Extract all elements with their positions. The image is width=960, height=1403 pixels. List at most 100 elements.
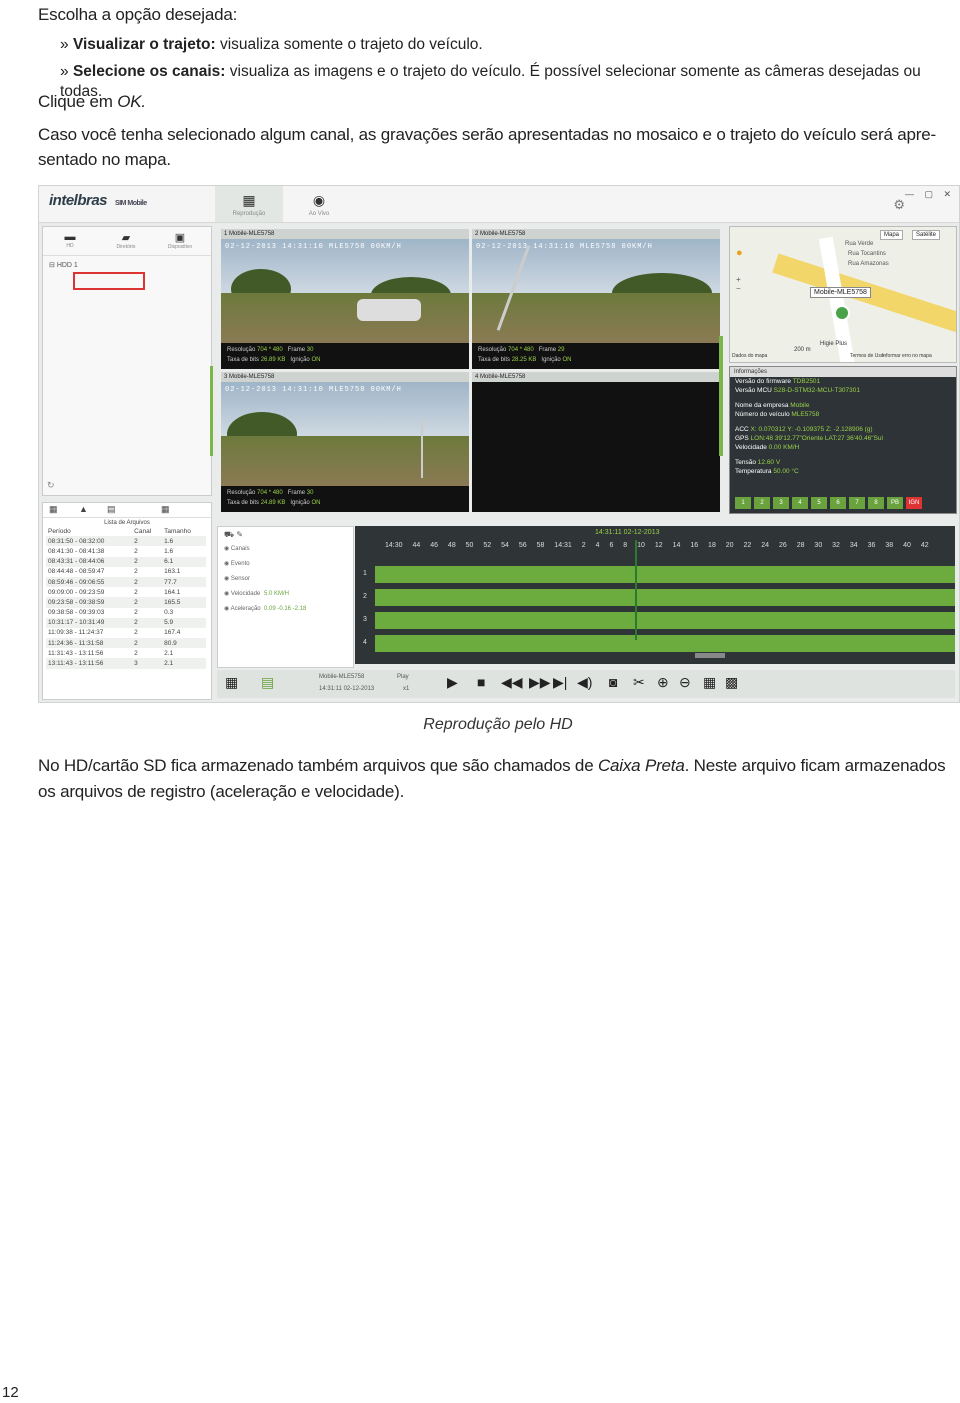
radio-icon[interactable]: ◉ bbox=[224, 561, 229, 567]
gear-icon[interactable]: ⚙ bbox=[893, 197, 905, 213]
map-street-label: Rua Tocantins bbox=[848, 251, 886, 257]
tab-reproducao[interactable]: ▦ Reprodução bbox=[215, 186, 283, 222]
scissors-icon[interactable]: ✂ bbox=[633, 674, 645, 691]
timeline-track[interactable] bbox=[375, 566, 955, 583]
zoom-out-icon[interactable]: ⊖ bbox=[679, 674, 691, 691]
layout-icon[interactable]: ▩ bbox=[725, 674, 738, 691]
logo-subtitle: SIM Mobile bbox=[115, 200, 147, 207]
calendar-icon[interactable]: ▦ bbox=[225, 674, 238, 691]
pegman-icon[interactable]: ● bbox=[736, 247, 743, 259]
tab-ao-vivo[interactable]: ◉ Ao Vivo bbox=[285, 186, 353, 222]
fast-forward-icon[interactable]: ▶▶ bbox=[529, 674, 551, 691]
filter-item[interactable]: ◉ Evento bbox=[218, 558, 353, 573]
info-value: 12.60 V bbox=[757, 459, 781, 466]
filter-item[interactable]: ◉ Canais bbox=[218, 543, 353, 558]
splitter-handle[interactable] bbox=[210, 366, 213, 456]
video-channel-4[interactable]: 4 Mobile-MLE5758 bbox=[472, 372, 720, 512]
timeline-track[interactable] bbox=[375, 589, 955, 606]
vehicle-marker-icon[interactable] bbox=[834, 305, 850, 321]
table-row[interactable]: 08:59:46 - 09:06:55 2 77.7 bbox=[46, 576, 206, 588]
video-channel-1[interactable]: 1 Mobile-MLE5758 02-12-2013 14:31:10 MLE… bbox=[221, 229, 469, 369]
channel-button[interactable]: 2 bbox=[754, 497, 770, 509]
step-icon[interactable]: ▶| bbox=[553, 674, 567, 691]
rewind-icon[interactable]: ◀◀ bbox=[501, 674, 523, 691]
label-ign: Ignição bbox=[290, 357, 310, 363]
table-cell: 2 bbox=[134, 609, 138, 617]
channel-button[interactable]: 1 bbox=[735, 497, 751, 509]
car-icon[interactable]: ⛟ bbox=[224, 530, 234, 539]
map-report[interactable]: Informar erro no mapa bbox=[882, 353, 932, 359]
table-row[interactable]: 09:38:58 - 09:39:03 2 0.3 bbox=[46, 608, 206, 618]
refresh-icon[interactable]: ↻ bbox=[47, 480, 55, 491]
grid-icon[interactable]: ▦ bbox=[703, 674, 716, 691]
info-label: Número do veículo bbox=[735, 411, 790, 418]
map-button[interactable]: Mapa bbox=[880, 230, 904, 240]
tree-node-hdd[interactable]: ⊟ HDD 1 bbox=[49, 261, 78, 269]
tab-dispositivo[interactable]: ▣ Dispositivo bbox=[157, 231, 203, 250]
filter-item[interactable]: ◉ Sensor bbox=[218, 573, 353, 588]
timeline-scrollbar[interactable] bbox=[695, 653, 725, 658]
video-channel-3[interactable]: 3 Mobile-MLE5758 02-12-2013 14:31:10 MLE… bbox=[221, 372, 469, 512]
channel-button[interactable]: 8 bbox=[868, 497, 884, 509]
video-ground bbox=[221, 293, 469, 343]
play-icon[interactable]: ▶ bbox=[447, 674, 458, 691]
snapshot-icon[interactable]: ◙ bbox=[609, 674, 617, 690]
logo: intelbras SIM Mobile bbox=[49, 192, 147, 209]
table-row[interactable]: 09:09:00 - 09:23:59 2 164.1 bbox=[46, 587, 206, 597]
tab-diretorio[interactable]: ▰ Diretório bbox=[103, 231, 149, 250]
stop-icon[interactable]: ■ bbox=[477, 674, 485, 690]
table-row[interactable]: 11:31:43 - 13:11:56 2 2.1 bbox=[46, 648, 206, 658]
calendar-icon[interactable]: ▦ bbox=[49, 504, 58, 515]
col-header[interactable]: Canal bbox=[132, 526, 162, 536]
radio-icon[interactable]: ◉ bbox=[224, 546, 229, 552]
timeline-panel[interactable]: 14:31:11 02-12-2013 14:30 44 46 48 50 52… bbox=[355, 526, 955, 664]
channel-button[interactable]: 7 bbox=[849, 497, 865, 509]
channel-button[interactable]: IGN bbox=[906, 497, 922, 509]
radio-icon[interactable]: ◉ bbox=[224, 591, 229, 597]
table-row[interactable]: 08:43:31 - 08:44:06 2 6.1 bbox=[46, 556, 206, 567]
filter-label: Sensor bbox=[230, 576, 250, 582]
channel-button[interactable]: PB bbox=[887, 497, 903, 509]
video-channel-2[interactable]: 2 Mobile-MLE5758 02-12-2013 14:31:10 MLE… bbox=[472, 229, 720, 369]
info-label: Temperatura bbox=[735, 468, 772, 475]
label-res: Resolução bbox=[227, 490, 256, 496]
table-row[interactable]: 08:44:48 - 08:59:47 2 163.1 bbox=[46, 567, 206, 577]
map-terms[interactable]: Termos de Uso bbox=[850, 353, 884, 359]
film-icon[interactable]: ▤ bbox=[261, 674, 274, 691]
file-list-toolbar: ▦ ▲ ▤ ▦ bbox=[43, 503, 211, 518]
volume-icon[interactable]: ◀) bbox=[577, 674, 592, 691]
satellite-button[interactable]: Satélite bbox=[912, 230, 941, 240]
tab-hd[interactable]: ▬ HD bbox=[47, 231, 93, 249]
list-icon[interactable]: ▤ bbox=[107, 504, 116, 515]
window-controls[interactable]: — ▢ ✕ bbox=[905, 189, 955, 200]
channel-button[interactable]: 5 bbox=[811, 497, 827, 509]
table-row[interactable]: 11:24:36 - 11:31:58 2 80.9 bbox=[46, 638, 206, 649]
warning-icon[interactable]: ▲ bbox=[79, 504, 88, 514]
table-row[interactable]: 09:23:58 - 09:38:59 2 165.5 bbox=[46, 597, 206, 608]
channel-button[interactable]: 4 bbox=[792, 497, 808, 509]
table-row[interactable]: 11:09:38 - 11:24:37 2 167.4 bbox=[46, 628, 206, 638]
radio-icon[interactable]: ◉ bbox=[224, 606, 229, 612]
speed-value: 5.0 KM/H bbox=[264, 591, 290, 597]
zoom-controls[interactable]: + − bbox=[736, 275, 741, 293]
zoom-in-icon[interactable]: ⊕ bbox=[657, 674, 669, 691]
timeline-track[interactable] bbox=[375, 635, 955, 652]
table-cell: 2.1 bbox=[164, 649, 174, 657]
timeline-cursor[interactable] bbox=[635, 540, 637, 640]
table-row[interactable]: 13:11:43 - 13:11:56 3 2.1 bbox=[46, 658, 206, 669]
splitter-handle[interactable] bbox=[719, 336, 723, 456]
info-label: Nome da empresa bbox=[735, 402, 789, 409]
col-header[interactable]: Período bbox=[46, 526, 132, 536]
pencil-icon[interactable]: ✎ bbox=[236, 530, 243, 539]
table-row[interactable]: 08:31:50 - 08:32:00 2 1.6 bbox=[46, 536, 206, 547]
radio-icon[interactable]: ◉ bbox=[224, 576, 229, 582]
channel-button[interactable]: 6 bbox=[830, 497, 846, 509]
grid-icon[interactable]: ▦ bbox=[161, 504, 170, 515]
map-panel[interactable]: ● + − Mapa Satélite Rua Verde Rua Tocanti… bbox=[729, 226, 957, 363]
selected-item-highlight[interactable] bbox=[73, 272, 145, 290]
table-row[interactable]: 08:41:30 - 08:41:38 2 1.6 bbox=[46, 546, 206, 556]
col-header[interactable]: Tamanho bbox=[162, 526, 206, 536]
table-row[interactable]: 10:31:17 - 10:31:49 2 5.9 bbox=[46, 617, 206, 628]
timeline-track[interactable] bbox=[375, 612, 955, 629]
channel-button[interactable]: 3 bbox=[773, 497, 789, 509]
